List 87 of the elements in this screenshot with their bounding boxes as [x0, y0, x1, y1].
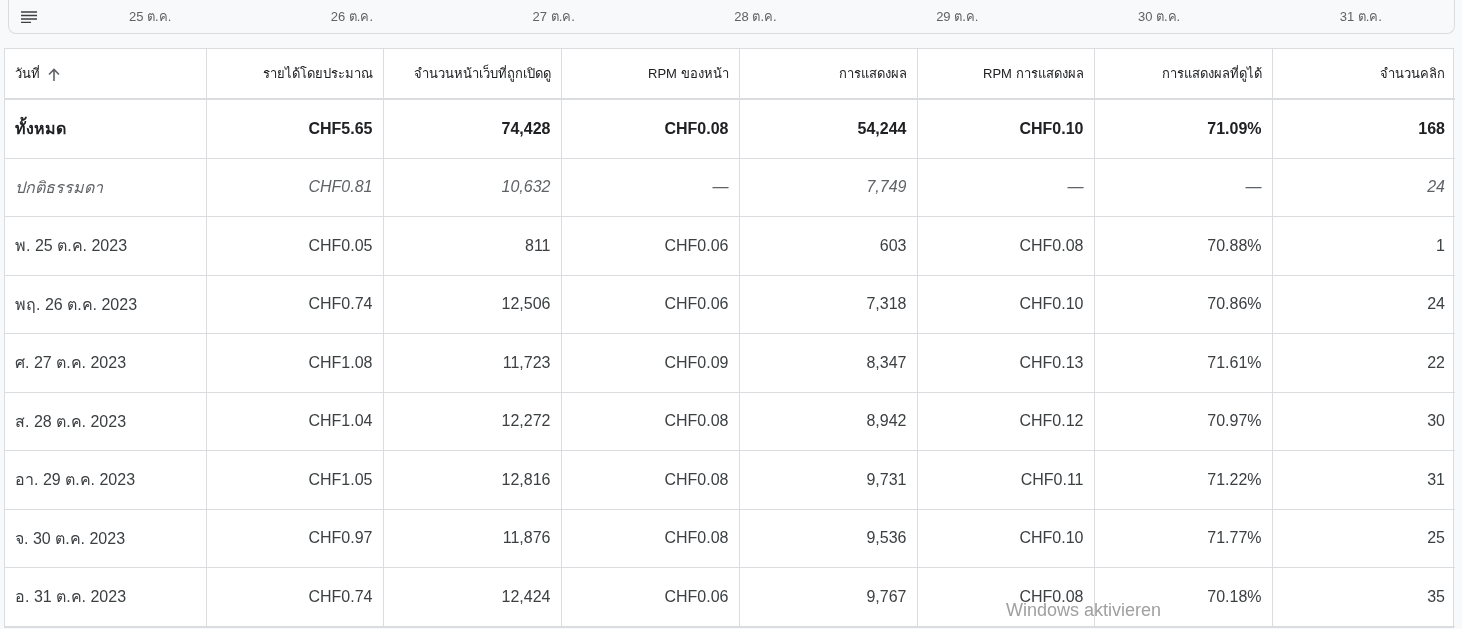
table-cell: 70.97%: [1094, 392, 1272, 451]
table-cell: CHF0.09: [561, 333, 739, 392]
table-cell: 71.09%: [1094, 99, 1272, 158]
table-cell: CHF0.08: [917, 216, 1094, 275]
table-cell: 22: [1272, 333, 1455, 392]
axis-date-label: 28 ต.ค.: [734, 8, 777, 26]
table-cell: จ. 30 ต.ค. 2023: [5, 509, 206, 568]
table-cell: ส. 28 ต.ค. 2023: [5, 392, 206, 451]
table-cell: CHF0.10: [917, 99, 1094, 158]
table-cell: 811: [383, 216, 561, 275]
table-cell: 30: [1272, 392, 1455, 451]
axis-date-label: 29 ต.ค.: [936, 8, 979, 26]
table-cell: 71.61%: [1094, 333, 1272, 392]
column-header[interactable]: การแสดงผล: [739, 49, 917, 99]
table-cell: CHF0.08: [561, 509, 739, 568]
table-cell: 24: [1272, 275, 1455, 334]
table-cell: 74,428: [383, 99, 561, 158]
table-cell: ทั้งหมด: [5, 99, 206, 158]
table-cell: 9,767: [739, 567, 917, 626]
table-cell: 10,632: [383, 158, 561, 217]
table-cell: CHF0.97: [206, 509, 383, 568]
column-header[interactable]: RPM การแสดงผล: [917, 49, 1094, 99]
table-cell: CHF0.12: [917, 392, 1094, 451]
axis-date-label: 26 ต.ค.: [330, 8, 374, 26]
table-cell: CHF0.74: [206, 275, 383, 334]
table-cell: CHF0.11: [917, 450, 1094, 509]
table-cell: 7,318: [739, 275, 917, 334]
table-cell: พ. 25 ต.ค. 2023: [5, 216, 206, 275]
table-cell: 70.86%: [1094, 275, 1272, 334]
table-cell: 71.22%: [1094, 450, 1272, 509]
table-cell: 31: [1272, 450, 1455, 509]
table-cell: 7,749: [739, 158, 917, 217]
column-header[interactable]: จำนวนหน้าเว็บที่ถูกเปิดดู: [383, 49, 561, 99]
table-cell: —: [561, 158, 739, 217]
table-cell: CHF1.04: [206, 392, 383, 451]
table-cell: CHF0.06: [561, 275, 739, 334]
axis-date-label: 30 ต.ค.: [1137, 8, 1181, 26]
table-cell: CHF0.13: [917, 333, 1094, 392]
table-cell: —: [917, 158, 1094, 217]
table-cell: ปกติธรรมดา: [5, 158, 206, 217]
table-cell: CHF0.05: [206, 216, 383, 275]
table-cell: 12,816: [383, 450, 561, 509]
column-header[interactable]: รายได้โดยประมาณ: [206, 49, 383, 99]
table-cell: CHF0.74: [206, 567, 383, 626]
sort-arrow-icon[interactable]: [48, 68, 60, 82]
table-cell: —: [1094, 158, 1272, 217]
table-cell: 1: [1272, 216, 1455, 275]
table-cell: 8,942: [739, 392, 917, 451]
table-cell: CHF1.08: [206, 333, 383, 392]
table-cell: 11,723: [383, 333, 561, 392]
table-cell: พฤ. 26 ต.ค. 2023: [5, 275, 206, 334]
table-cell: 603: [739, 216, 917, 275]
table-cell: ศ. 27 ต.ค. 2023: [5, 333, 206, 392]
column-header[interactable]: จำนวนคลิก: [1272, 49, 1455, 99]
table-cell: 12,272: [383, 392, 561, 451]
table-cell: 9,536: [739, 509, 917, 568]
table-cell: 9,731: [739, 450, 917, 509]
column-header[interactable]: การแสดงผลที่ดูได้: [1094, 49, 1272, 99]
table-cell: CHF1.05: [206, 450, 383, 509]
table-cell: CHF0.06: [561, 567, 739, 626]
table-cell: CHF5.65: [206, 99, 383, 158]
table-cell: 168: [1272, 99, 1455, 158]
column-header[interactable]: วันที่: [5, 49, 206, 99]
column-header[interactable]: RPM ของหน้า: [561, 49, 739, 99]
axis-date-label: 25 ต.ค.: [129, 8, 172, 26]
table-cell: CHF0.10: [917, 275, 1094, 334]
table-cell: อา. 29 ต.ค. 2023: [5, 450, 206, 509]
table-cell: 24: [1272, 158, 1455, 217]
table-cell: 8,347: [739, 333, 917, 392]
axis-date-label: 31 ต.ค.: [1339, 8, 1382, 26]
table-cell: CHF0.06: [561, 216, 739, 275]
axis-date-label: 27 ต.ค.: [532, 8, 575, 26]
table-cell: CHF0.81: [206, 158, 383, 217]
table-cell: 35: [1272, 567, 1455, 626]
table-cell: 70.88%: [1094, 216, 1272, 275]
table-cell: 54,244: [739, 99, 917, 158]
table-cell: 25: [1272, 509, 1455, 568]
menu-icon[interactable]: [21, 10, 37, 23]
table-cell: CHF0.08: [561, 99, 739, 158]
table-cell: CHF0.08: [561, 450, 739, 509]
table-cell: 71.77%: [1094, 509, 1272, 568]
table-cell: 12,506: [383, 275, 561, 334]
table-cell: CHF0.08: [561, 392, 739, 451]
table-cell: 12,424: [383, 567, 561, 626]
table-cell: อ. 31 ต.ค. 2023: [5, 567, 206, 626]
table-cell: 11,876: [383, 509, 561, 568]
table-cell: CHF0.10: [917, 509, 1094, 568]
